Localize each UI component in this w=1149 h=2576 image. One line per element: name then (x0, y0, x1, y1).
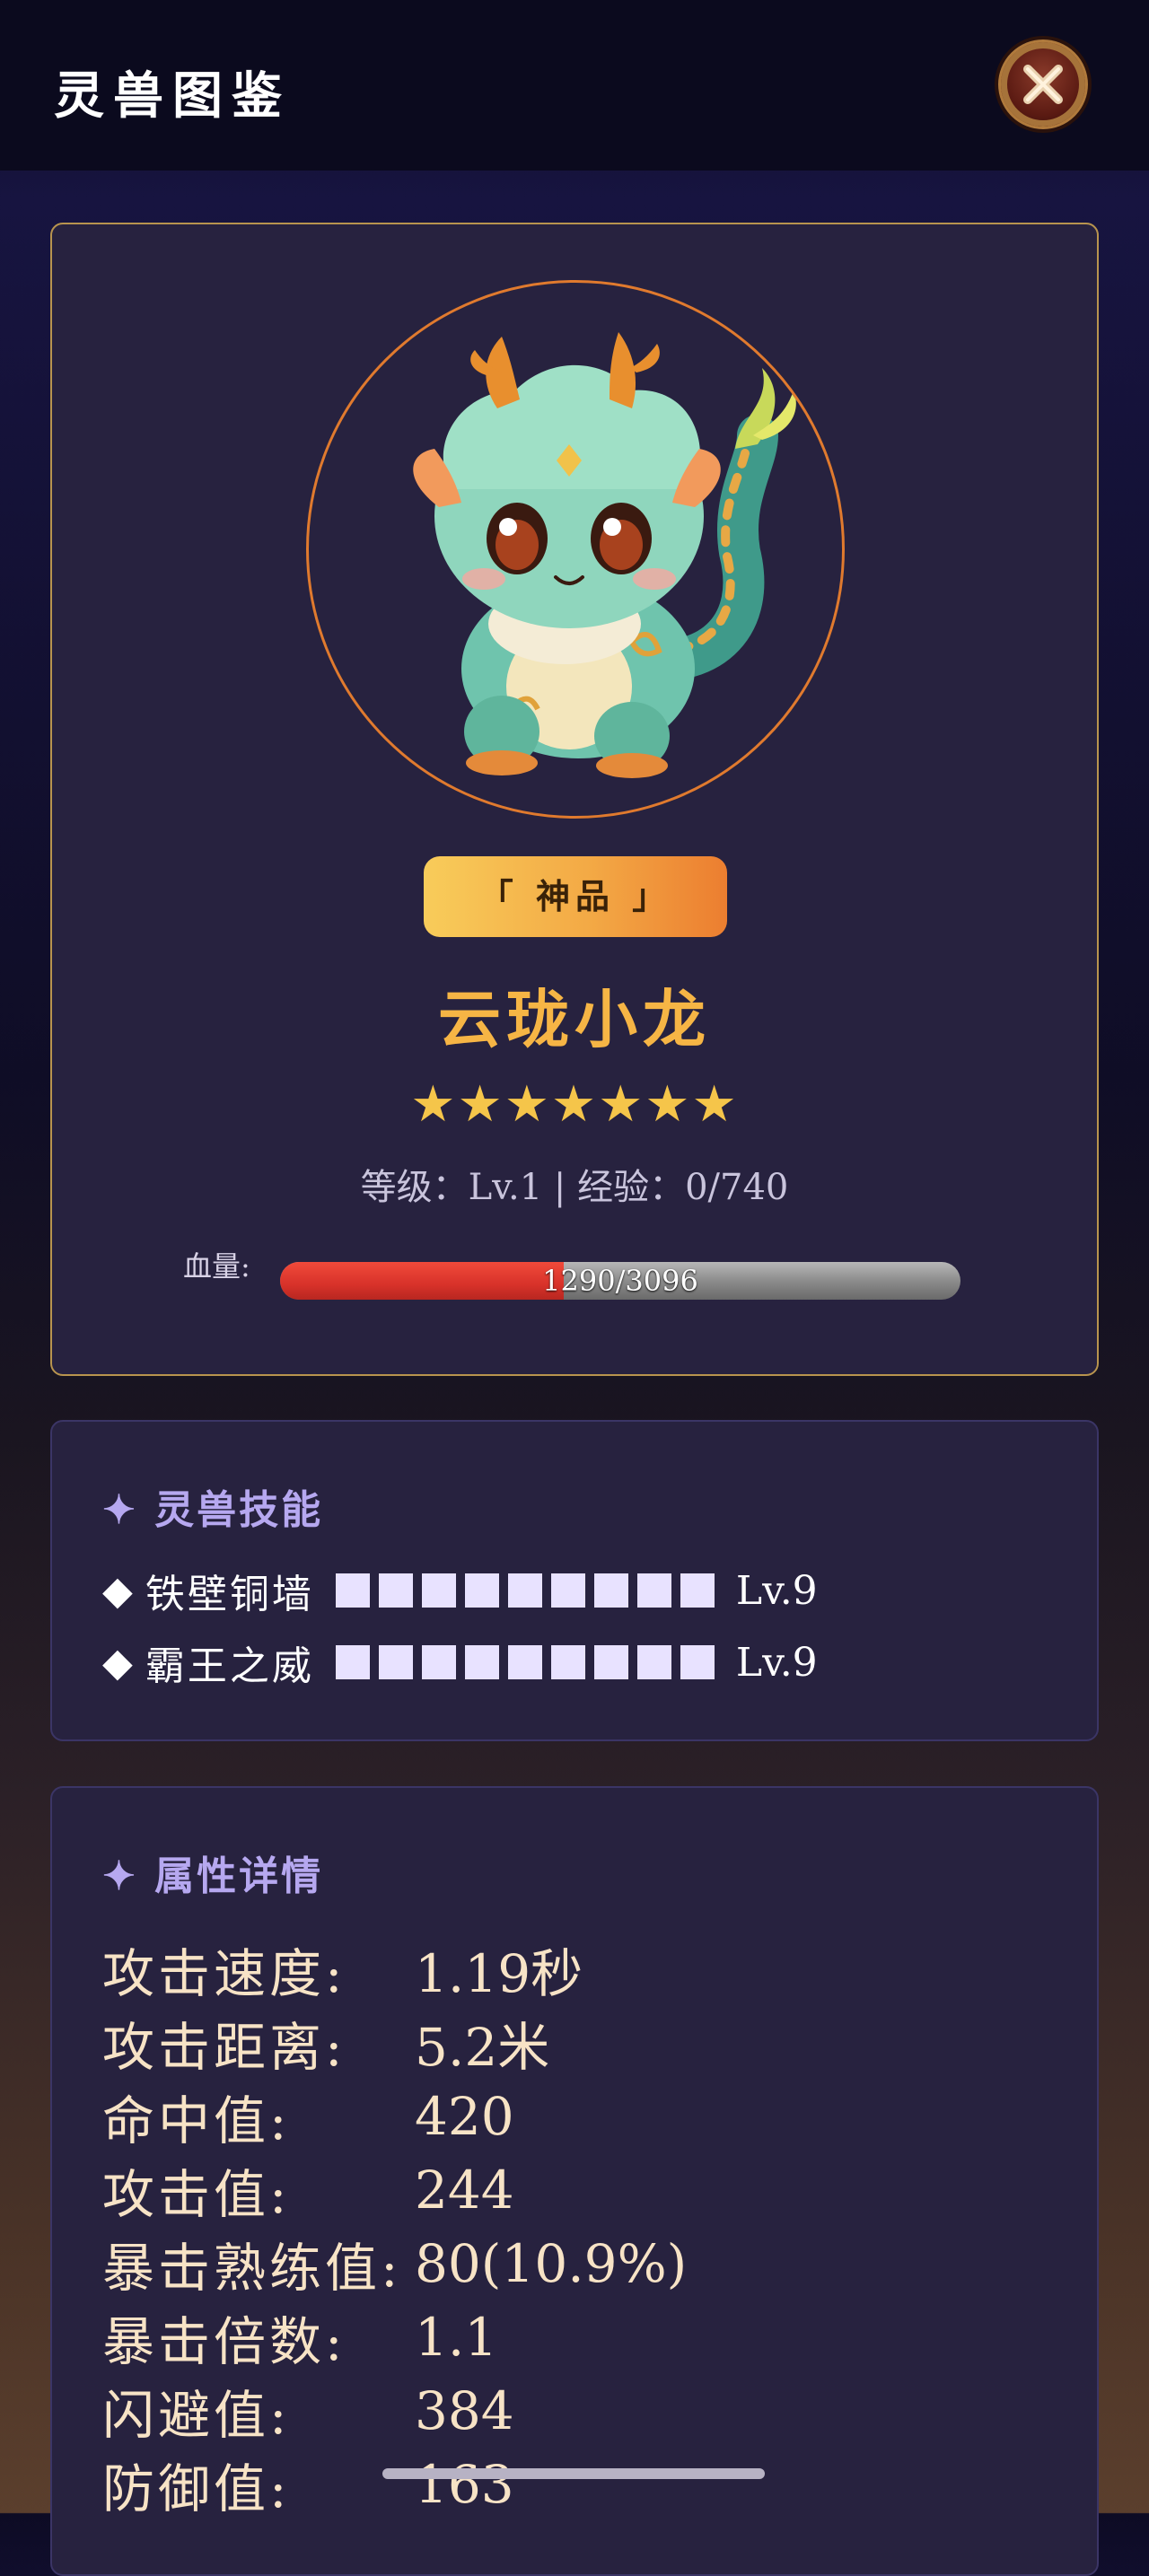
skill-level-block (421, 1645, 456, 1679)
skill-level: Lv.9 (735, 1567, 818, 1614)
attribute-label: 攻击速度: (102, 1943, 346, 2004)
page-title: 灵兽图鉴 (54, 66, 291, 126)
attribute-label: 暴击熟练值: (102, 2238, 402, 2299)
close-button[interactable] (998, 39, 1088, 129)
attribute-value: 420 (415, 2086, 514, 2147)
skill-level-block (335, 1573, 370, 1608)
star-rating: ★★★★★★★ (410, 1075, 739, 1134)
attribute-value: 1.19秒 (415, 1943, 583, 2004)
skill-level-block (464, 1645, 499, 1679)
skill-level-blocks (335, 1573, 724, 1608)
attribute-value: 5.2米 (415, 2017, 550, 2078)
level-experience-text: 等级：Lv.1 | 经验：0/740 (360, 1167, 789, 1208)
skill-level-block (464, 1573, 499, 1608)
rank-badge: 「 神品 」 (424, 856, 727, 937)
attribute-value: 80(10.9%) (415, 2233, 688, 2294)
skill-level-blocks (335, 1645, 724, 1679)
attribute-label: 攻击值: (102, 2164, 291, 2225)
skill-level-block (636, 1573, 671, 1608)
attribute-value: 1.1 (415, 2307, 498, 2368)
attribute-row: 暴击倍数: 1.1 (102, 2301, 497, 2373)
dragon-portrait-image (413, 332, 796, 778)
attribute-row: 攻击速度: 1.19秒 (102, 1933, 583, 2005)
portrait-frame (306, 280, 845, 819)
attribute-value: 163 (415, 2454, 514, 2515)
skill-level-block (421, 1573, 456, 1608)
attribute-row: 命中值: 420 (102, 2081, 514, 2152)
beast-name: 云珑小龙 (438, 982, 711, 1056)
skills-card: ✦ 灵兽技能 ◆ 铁壁铜墙 Lv.9 ◆ 霸王之威 Lv.9 (50, 1420, 1099, 1741)
skill-level-block (507, 1573, 542, 1608)
skill-level-block (593, 1645, 628, 1679)
skills-section-title: ✦ 灵兽技能 (102, 1487, 324, 1533)
attribute-label: 防御值: (102, 2458, 291, 2519)
attribute-label: 攻击距离: (102, 2017, 346, 2078)
hp-value-text: 1290/3096 (542, 1264, 698, 1298)
skill-level-block (636, 1645, 671, 1679)
skill-level-block (335, 1645, 370, 1679)
attribute-row: 攻击距离: 5.2米 (102, 2007, 549, 2079)
attributes-card: ✦ 属性详情 攻击速度: 1.19秒 攻击距离: 5.2米 命中值: 420 攻… (50, 1786, 1099, 2576)
skill-level-block (593, 1573, 628, 1608)
attribute-value: 384 (415, 2380, 514, 2441)
skill-level-block (680, 1573, 715, 1608)
attributes-section-title: ✦ 属性详情 (102, 1853, 324, 1899)
attribute-row: 防御值: 163 (102, 2449, 514, 2520)
skill-row[interactable]: ◆ 铁壁铜墙 Lv.9 (102, 1564, 818, 1618)
skill-level-block (378, 1645, 413, 1679)
attribute-label: 暴击倍数: (102, 2311, 346, 2372)
hp-label: 血量: (183, 1249, 250, 1284)
skill-level-block (680, 1645, 715, 1679)
diamond-bullet-icon: ◆ (102, 1639, 133, 1686)
attribute-row: 攻击值: 244 (102, 2154, 514, 2226)
attribute-row: 闪避值: 384 (102, 2375, 514, 2447)
attribute-label: 闪避值: (102, 2385, 291, 2446)
skill-name: 铁壁铜墙 (145, 1572, 314, 1617)
beast-profile-card: 「 神品 」 云珑小龙 ★★★★★★★ 等级：Lv.1 | 经验：0/740 血… (50, 223, 1099, 1376)
skill-level: Lv.9 (735, 1639, 818, 1686)
home-indicator[interactable] (382, 2468, 765, 2479)
close-x-icon (1023, 65, 1063, 104)
skill-level-block (550, 1573, 585, 1608)
skill-name: 霸王之威 (145, 1643, 314, 1689)
attribute-label: 命中值: (102, 2090, 291, 2151)
hp-bar: 1290/3096 (280, 1262, 960, 1300)
attribute-row: 暴击熟练值: 80(10.9%) (102, 2228, 687, 2300)
header-bar: 灵兽图鉴 (0, 0, 1149, 171)
skill-level-block (378, 1573, 413, 1608)
diamond-bullet-icon: ◆ (102, 1567, 133, 1614)
skill-row[interactable]: ◆ 霸王之威 Lv.9 (102, 1635, 818, 1690)
skill-level-block (550, 1645, 585, 1679)
skill-level-block (507, 1645, 542, 1679)
attribute-value: 244 (415, 2160, 514, 2221)
